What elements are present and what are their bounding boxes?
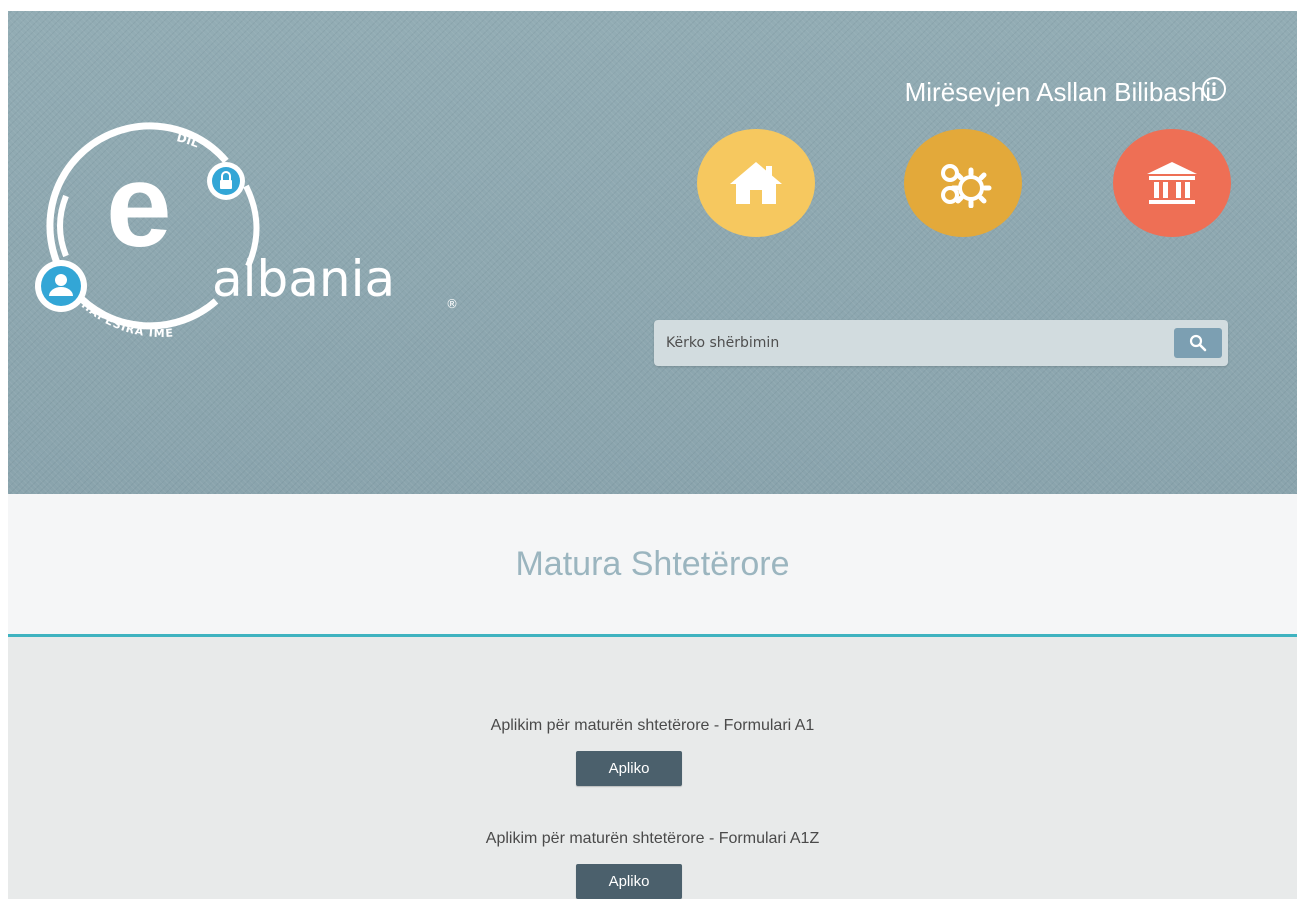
e-albania-logo[interactable]: e albania ® DIL HAPËSIRA IME bbox=[26, 106, 476, 356]
logo-letter: e bbox=[106, 140, 172, 272]
apply-button[interactable]: Apliko bbox=[576, 864, 682, 899]
page-title: Matura Shtetërore bbox=[515, 545, 790, 583]
logo-wordmark: albania bbox=[212, 250, 395, 308]
service-label: Aplikim për maturën shtetërore - Formula… bbox=[490, 717, 815, 734]
service-label: Aplikim për maturën shtetërore - Formula… bbox=[485, 830, 820, 847]
home-icon bbox=[730, 162, 782, 204]
apply-button[interactable]: Apliko bbox=[576, 751, 682, 786]
logo-ring-bottom-text: HAPËSIRA IME bbox=[79, 298, 173, 340]
institution-icon bbox=[1147, 162, 1197, 204]
institutions-button[interactable] bbox=[1113, 129, 1231, 237]
settings-button[interactable] bbox=[904, 129, 1022, 237]
search-icon bbox=[1189, 334, 1207, 352]
user-icon bbox=[35, 260, 87, 312]
home-button[interactable] bbox=[697, 129, 815, 237]
welcome-message: Mirësevjen Asllan Bilibashi bbox=[904, 77, 1211, 107]
svg-text:HAPËSIRA IME: HAPËSIRA IME bbox=[79, 298, 174, 340]
lock-icon bbox=[207, 162, 245, 200]
search-input[interactable] bbox=[654, 320, 1154, 366]
info-icon[interactable] bbox=[1201, 76, 1227, 102]
page-title-band: Matura Shtetërore bbox=[8, 494, 1297, 637]
search-box bbox=[654, 320, 1228, 366]
gears-icon bbox=[941, 164, 992, 208]
header-banner: e albania ® DIL HAPËSIRA IME Mirësevjen … bbox=[8, 11, 1297, 494]
services-list: Aplikim për maturën shtetërore - Formula… bbox=[8, 637, 1297, 899]
search-button[interactable] bbox=[1174, 328, 1222, 358]
logo-registered-mark: ® bbox=[446, 297, 458, 311]
